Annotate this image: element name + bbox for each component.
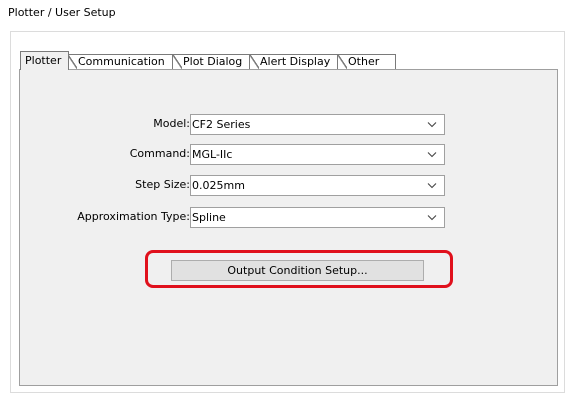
chevron-down-icon xyxy=(427,183,437,189)
chevron-down-icon xyxy=(427,122,437,128)
step-size-row: Step Size: xyxy=(0,175,190,195)
command-label: Command: xyxy=(129,147,190,160)
model-row: Model: xyxy=(0,114,190,134)
tab-other[interactable]: Other xyxy=(337,54,396,69)
chevron-down-icon xyxy=(427,215,437,221)
tab-alert-display[interactable]: Alert Display xyxy=(249,54,338,69)
output-condition-setup-button[interactable]: Output Condition Setup... xyxy=(171,260,424,281)
tab-plotter[interactable]: Plotter xyxy=(20,51,69,70)
window-title: Plotter / User Setup xyxy=(8,6,116,19)
chevron-down-icon xyxy=(427,152,437,158)
model-value: CF2 Series xyxy=(192,118,251,131)
step-size-label: Step Size: xyxy=(135,178,190,191)
model-label: Model: xyxy=(153,117,190,130)
command-value: MGL-IIc xyxy=(192,148,233,161)
command-select[interactable]: MGL-IIc xyxy=(190,144,445,165)
approximation-type-value: Spline xyxy=(192,211,226,224)
approximation-type-label: Approximation Type: xyxy=(77,210,190,223)
model-select[interactable]: CF2 Series xyxy=(190,114,445,135)
step-size-value: 0.025mm xyxy=(192,179,245,192)
tab-plot-dialog[interactable]: Plot Dialog xyxy=(172,54,250,69)
approximation-type-row: Approximation Type: xyxy=(0,207,190,227)
command-row: Command: xyxy=(0,144,190,164)
step-size-select[interactable]: 0.025mm xyxy=(190,175,445,196)
tab-communication[interactable]: Communication xyxy=(67,54,173,69)
approximation-type-select[interactable]: Spline xyxy=(190,207,445,228)
